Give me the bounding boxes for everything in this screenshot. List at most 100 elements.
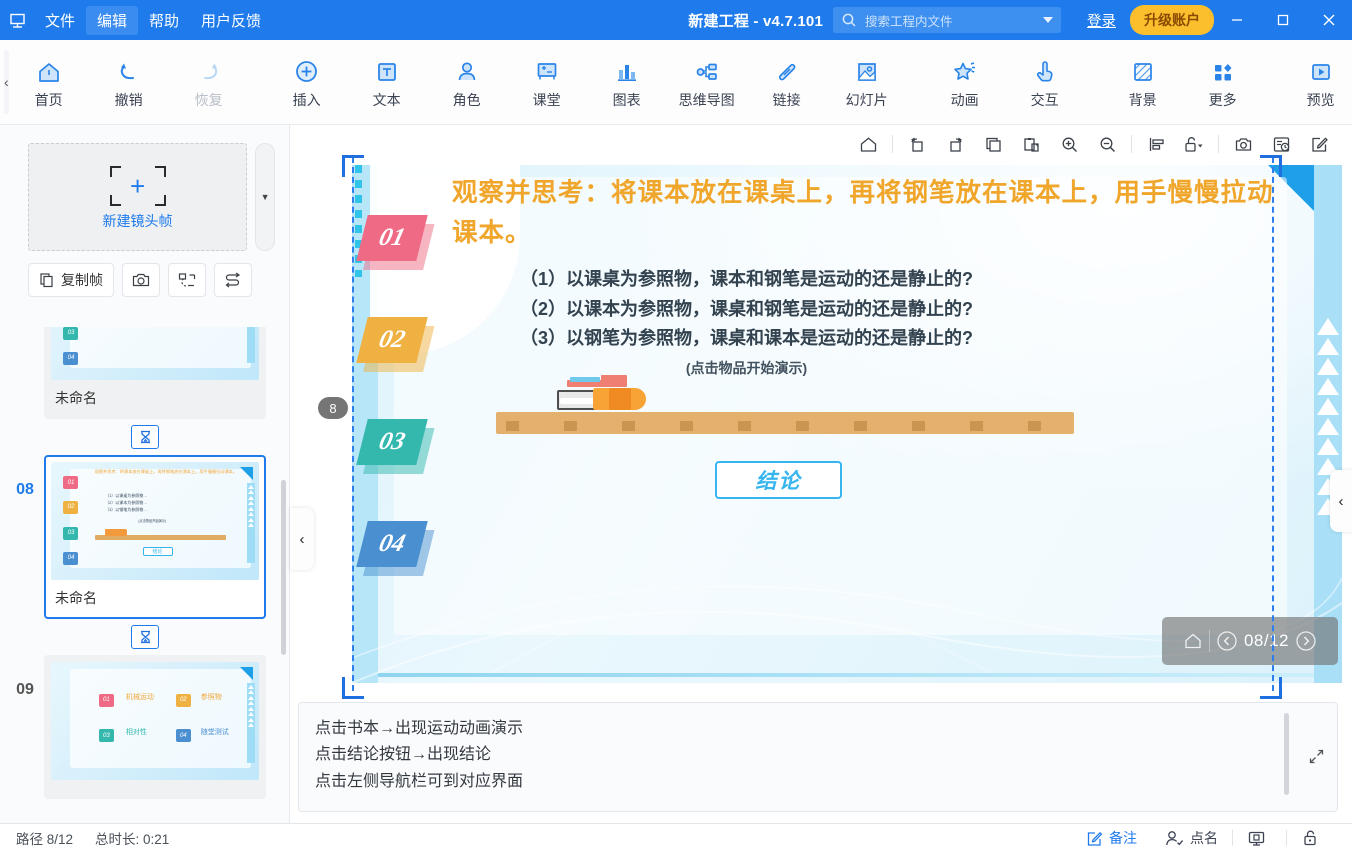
toolbar-item-classroom[interactable]: 课堂 bbox=[507, 49, 587, 115]
menu-item-feedback[interactable]: 用户反馈 bbox=[190, 6, 272, 35]
status-notes-button[interactable]: 备注 bbox=[1072, 828, 1151, 848]
toolbar-item-home[interactable]: 首页 bbox=[9, 49, 89, 115]
chevron-right-circle-icon[interactable] bbox=[1295, 630, 1317, 652]
toolbar-item-text[interactable]: 文本 bbox=[347, 49, 427, 115]
notes-expand-button[interactable] bbox=[1308, 748, 1325, 765]
home-outline-icon[interactable] bbox=[1183, 631, 1203, 651]
toolbar-item-role[interactable]: 角色 bbox=[427, 49, 507, 115]
chevron-left-circle-icon[interactable] bbox=[1216, 630, 1238, 652]
status-monitor-button[interactable] bbox=[1233, 830, 1286, 847]
rotate-left-button[interactable] bbox=[898, 125, 936, 163]
main-toolbar: ‹ 首页 撤销 恢复 插入 文本 角色 课堂 图表 思维导图 链接 幻灯片 动画… bbox=[0, 40, 1352, 125]
toolbar-item-chart[interactable]: 图表 bbox=[587, 49, 667, 115]
toolbar-item-redo[interactable]: 恢复 bbox=[169, 49, 249, 115]
window-close-button[interactable] bbox=[1306, 0, 1352, 40]
reorder-frames-button[interactable] bbox=[214, 263, 252, 297]
collapse-right-panel-button[interactable]: ‹ bbox=[1330, 470, 1352, 532]
desk-illustration[interactable] bbox=[496, 412, 1074, 434]
duplicate-frame-button[interactable]: 复制帧 bbox=[28, 263, 114, 297]
status-lock-button[interactable] bbox=[1287, 830, 1340, 847]
window-maximize-button[interactable] bbox=[1260, 0, 1306, 40]
status-bar: 路径 8/12 总时长: 0:21 备注 点名 bbox=[0, 823, 1352, 852]
toolbar-group-preview: 预览 bbox=[1281, 49, 1352, 115]
list-item[interactable]: 09 01 机械运动 02 参照物 03 相对性 04 随堂测试 bbox=[0, 655, 289, 799]
window-minimize-button[interactable] bbox=[1214, 0, 1260, 40]
thumb-preview: 观察并思考：将课本放在课桌上，再将钢笔放在课本上，用手慢慢拉动课本。 （1）以课… bbox=[51, 462, 259, 580]
thumb-name[interactable]: 未命名 bbox=[51, 380, 259, 417]
frames-scroll-down-button[interactable]: ▼ bbox=[255, 143, 275, 251]
frame-timer-button[interactable] bbox=[131, 425, 159, 449]
search-input[interactable]: 搜索工程内文件 bbox=[857, 11, 1043, 30]
upgrade-button[interactable]: 升级账户 bbox=[1130, 5, 1214, 35]
menu-item-edit[interactable]: 编辑 bbox=[86, 5, 139, 35]
plus-circle-icon bbox=[293, 55, 320, 85]
toolbar-item-slide[interactable]: 幻灯片 bbox=[827, 49, 907, 115]
canvas-area: 01 02 03 04 观察并思考：将课本放在课桌上，再将钢笔放在课本上，用手慢… bbox=[290, 125, 1352, 699]
new-frame-button[interactable]: + 新建镜头帧 bbox=[28, 143, 248, 251]
toolbar-item-undo[interactable]: 撤销 bbox=[89, 49, 169, 115]
slide-canvas[interactable]: 01 02 03 04 观察并思考：将课本放在课桌上，再将钢笔放在课本上，用手慢… bbox=[352, 165, 1342, 683]
toolbar-item-interaction[interactable]: 交互 bbox=[1005, 49, 1085, 115]
slide-badge-01[interactable]: 01 bbox=[356, 215, 435, 270]
slide-badge-02[interactable]: 02 bbox=[356, 317, 435, 372]
toolbar-item-animation[interactable]: 动画 bbox=[925, 49, 1005, 115]
frame-order-badge[interactable]: 8 bbox=[318, 397, 348, 419]
thumb-name[interactable]: 未命名 bbox=[51, 580, 259, 617]
sidebar-scrollbar[interactable] bbox=[281, 480, 286, 655]
selection-corner-bottomright[interactable] bbox=[1260, 677, 1282, 699]
slide-title[interactable]: 观察并思考：将课本放在课桌上，再将钢笔放在课本上，用手慢慢拉动课本。 bbox=[452, 173, 1280, 252]
list-item[interactable]: 08 观察并思考：将课本放在课桌上，再将钢笔放在课本上，用手慢慢拉动课本。 （1… bbox=[0, 455, 289, 619]
toolbar-label-animation: 动画 bbox=[950, 91, 979, 108]
slide-stage[interactable]: 01 02 03 04 观察并思考：将课本放在课桌上，再将钢笔放在课本上，用手慢… bbox=[342, 155, 1342, 699]
slide-question-3[interactable]: （3）以钢笔为参照物，课桌和课本是运动的还是静止的? bbox=[520, 324, 973, 354]
selection-corner-topleft[interactable] bbox=[342, 155, 364, 177]
snapshot-button[interactable] bbox=[1224, 125, 1262, 163]
status-rollcall-button[interactable]: 点名 bbox=[1151, 828, 1232, 848]
notes-content[interactable]: 点击书本→出现运动动画演示 点击结论按钮→出现结论 点击左侧导航栏可到对应界面 bbox=[299, 703, 1337, 808]
canvas-home-button[interactable] bbox=[849, 125, 887, 163]
lock-open-icon bbox=[1185, 136, 1203, 152]
toolbar-item-insert[interactable]: 插入 bbox=[267, 49, 347, 115]
frame-timer-button[interactable] bbox=[131, 625, 159, 649]
slide-badge-03[interactable]: 03 bbox=[356, 419, 435, 474]
selection-corner-bottomleft[interactable] bbox=[342, 677, 364, 699]
toolbar-item-preview[interactable]: 预览 bbox=[1281, 49, 1352, 115]
conclusion-button[interactable]: 结论 bbox=[715, 461, 842, 499]
toolbar-item-more[interactable]: 更多 bbox=[1183, 49, 1263, 115]
align-button[interactable] bbox=[1137, 125, 1175, 163]
paste-button[interactable] bbox=[1012, 125, 1050, 163]
toolbar-item-link[interactable]: 链接 bbox=[747, 49, 827, 115]
thumbnail-list[interactable]: 07 参照物 01 02 03 04 bbox=[0, 327, 289, 823]
chevron-down-icon[interactable] bbox=[1043, 17, 1053, 23]
thumb-card[interactable]: 参照物 01 02 03 04 未命名 bbox=[44, 327, 266, 419]
edit-button[interactable] bbox=[1300, 125, 1338, 163]
thumb-card[interactable]: 01 机械运动 02 参照物 03 相对性 04 随堂测试 bbox=[44, 655, 266, 799]
list-item[interactable]: 07 参照物 01 02 03 04 bbox=[0, 327, 289, 419]
slide-question-1[interactable]: （1）以课桌为参照物，课本和钢笔是运动的还是静止的? bbox=[520, 265, 973, 295]
project-title: 新建工程 - v4.7.101 bbox=[688, 12, 823, 30]
menu-item-help[interactable]: 帮助 bbox=[138, 6, 190, 35]
thumb-card[interactable]: 观察并思考：将课本放在课桌上，再将钢笔放在课本上，用手慢慢拉动课本。 （1）以课… bbox=[44, 455, 266, 619]
search-box[interactable]: 搜索工程内文件 bbox=[833, 7, 1061, 33]
slide-nav-bar[interactable]: 08/12 bbox=[1162, 617, 1338, 665]
thumb-name[interactable] bbox=[51, 780, 259, 797]
zoom-out-button[interactable] bbox=[1088, 125, 1126, 163]
frame-camera-button[interactable] bbox=[122, 263, 160, 297]
zoom-in-button[interactable] bbox=[1050, 125, 1088, 163]
books-illustration[interactable] bbox=[557, 374, 662, 412]
notes-scrollbar[interactable] bbox=[1284, 713, 1289, 795]
slide-badge-04[interactable]: 04 bbox=[356, 521, 435, 576]
selection-corner-topright[interactable] bbox=[1260, 155, 1282, 177]
slide-question-2[interactable]: （2）以课本为参照物，课桌和钢笔是运动的还是静止的? bbox=[520, 295, 973, 325]
menu-item-file[interactable]: 文件 bbox=[34, 6, 86, 35]
toolbar-item-background[interactable]: 背景 bbox=[1103, 49, 1183, 115]
preview-play-icon bbox=[1308, 55, 1334, 85]
lock-button[interactable] bbox=[1175, 125, 1213, 163]
toolbar-item-mindmap[interactable]: 思维导图 bbox=[667, 49, 747, 115]
notes-panel[interactable]: 点击书本→出现运动动画演示 点击结论按钮→出现结论 点击左侧导航栏可到对应界面 bbox=[298, 702, 1338, 812]
fit-frame-button[interactable] bbox=[168, 263, 206, 297]
collapse-left-panel-button[interactable]: ‹ bbox=[290, 508, 314, 570]
copy-button[interactable] bbox=[974, 125, 1012, 163]
rotate-right-button[interactable] bbox=[936, 125, 974, 163]
login-link[interactable]: 登录 bbox=[1075, 10, 1128, 31]
